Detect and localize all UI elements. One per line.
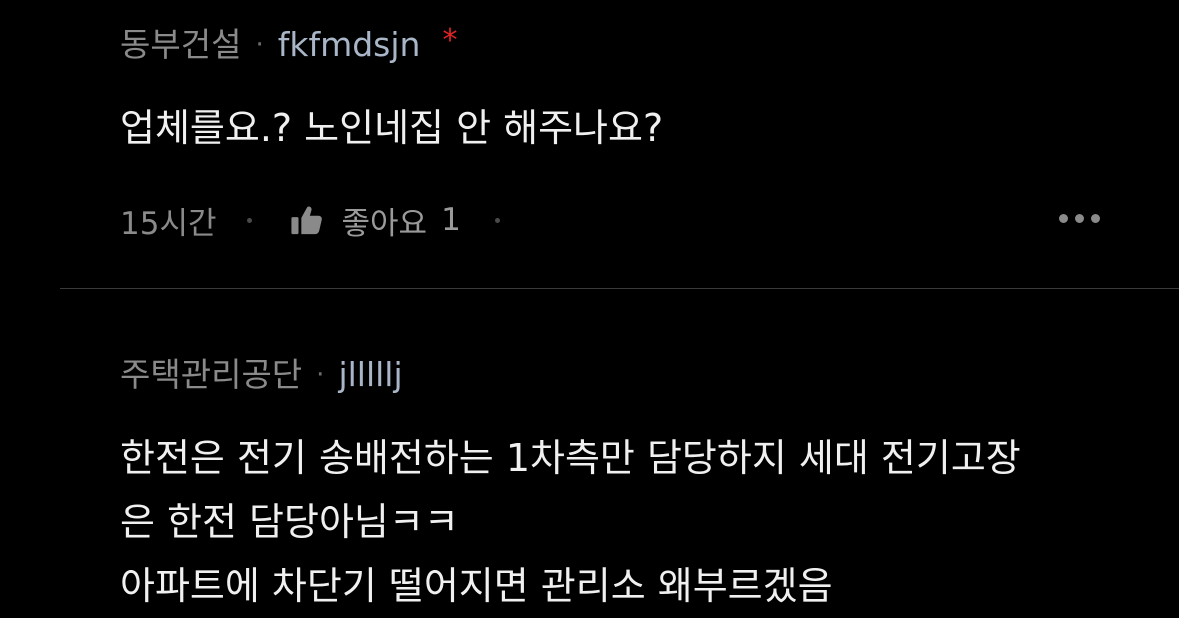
like-count: 1 (441, 202, 461, 238)
comment-text-line: 은 한전 담당아님ㅋㅋ (120, 500, 459, 544)
action-separator-dot (246, 217, 252, 223)
like-button[interactable]: 좋아요 1 (290, 198, 461, 243)
comment-text-line: 아파트에 차단기 떨어지면 관리소 왜부르겠음 (120, 564, 833, 608)
username[interactable]: fkfmdsjn (278, 28, 421, 61)
comment-body: 업체를요.? 노인네집 안 해주나요? (120, 96, 1119, 160)
company-name: 주택관리공단 (120, 355, 303, 394)
company-name: 동부건설 (120, 25, 242, 64)
thumbs-up-icon (290, 206, 322, 235)
comment-meta: 동부건설 · fkfmdsjn * (120, 22, 458, 64)
comment-actions: 15시간 좋아요 1 (120, 198, 1100, 242)
author-marker: * (442, 22, 458, 58)
comment-divider (60, 288, 1179, 289)
action-separator-dot (494, 217, 500, 223)
comment-text-line: 한전은 전기 송배전하는 1차측만 담당하지 세대 전기고장 (120, 436, 1021, 480)
username[interactable]: jlllllj (338, 358, 402, 391)
like-label: 좋아요 (341, 205, 428, 242)
more-options-icon[interactable] (1059, 214, 1100, 223)
more-dot (1091, 214, 1100, 223)
more-dot (1059, 214, 1068, 223)
comment-text-line: 업체를요.? 노인네집 안 해주나요? (120, 106, 664, 150)
comment-meta: 주택관리공단 · jlllllj (120, 358, 403, 391)
comment-body: 한전은 전기 송배전하는 1차측만 담당하지 세대 전기고장 은 한전 담당아님… (120, 426, 1119, 618)
meta-separator: · (316, 359, 325, 390)
more-dot (1075, 214, 1084, 223)
comment-time: 15시간 (120, 205, 217, 242)
meta-separator: · (255, 29, 264, 60)
